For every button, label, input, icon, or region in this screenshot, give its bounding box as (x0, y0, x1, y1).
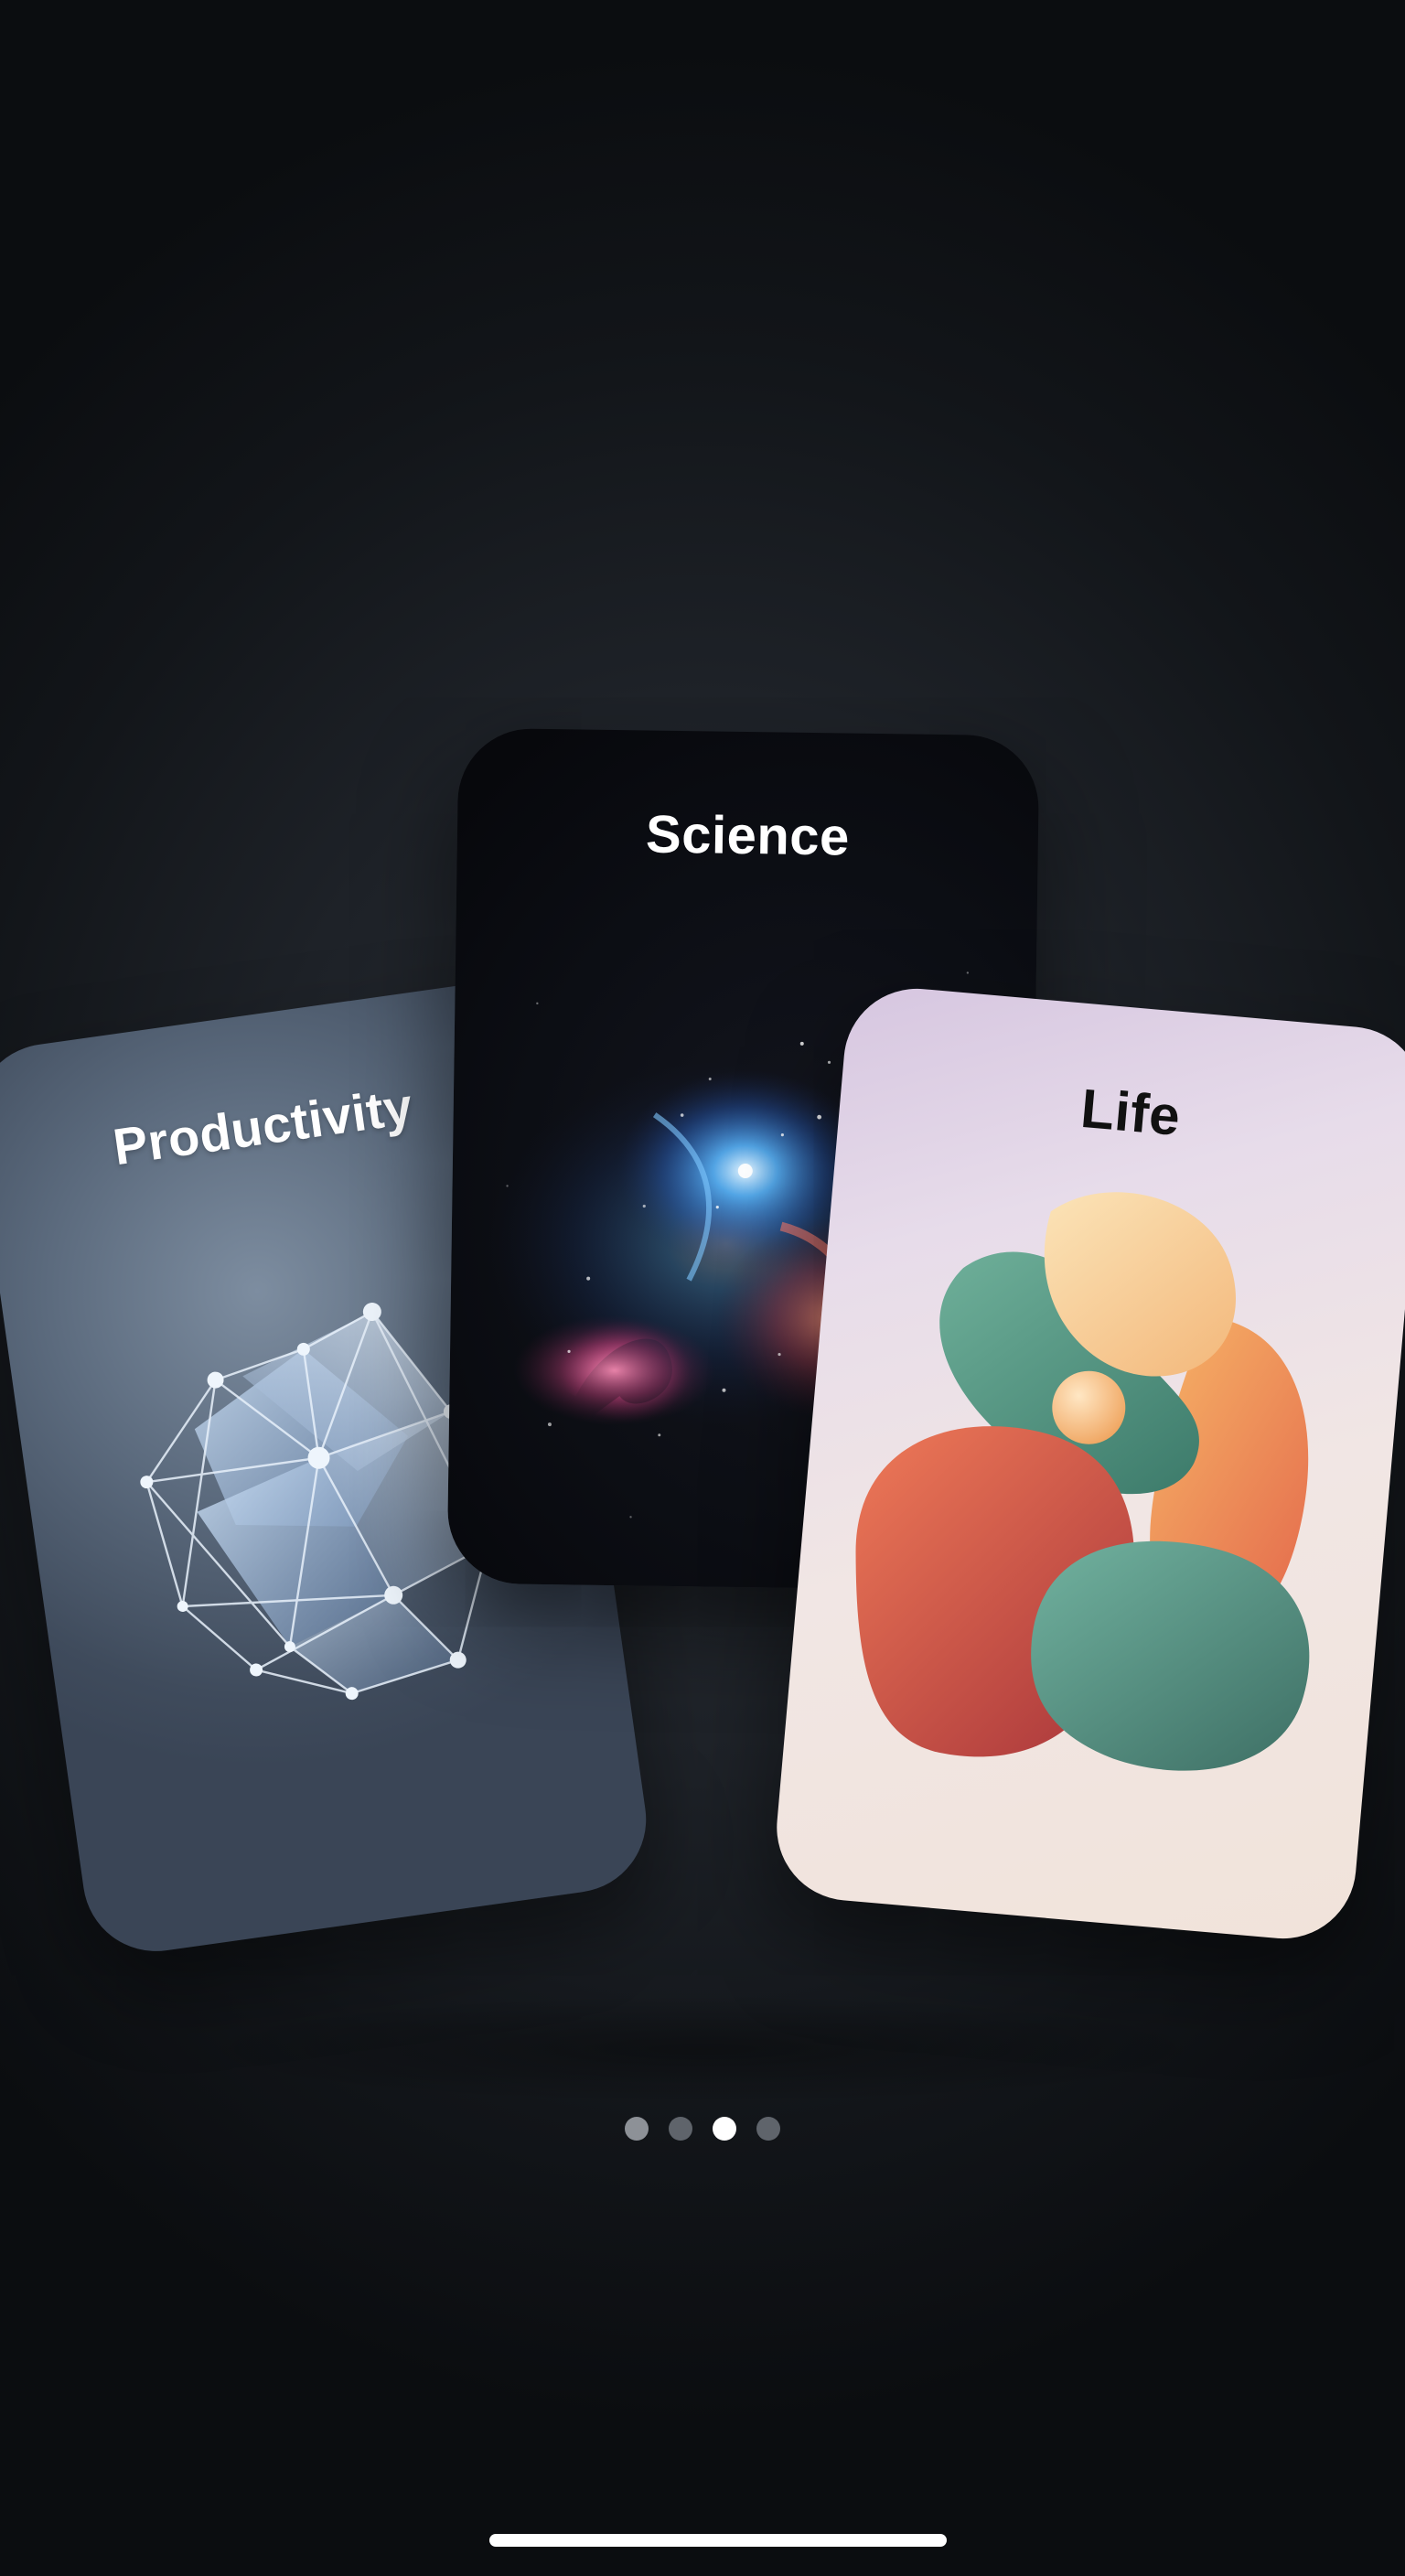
page-dot-2[interactable] (669, 2117, 692, 2141)
page-indicator (0, 2117, 1405, 2141)
page-dot-4[interactable] (756, 2117, 780, 2141)
home-indicator[interactable] (489, 2534, 947, 2547)
page-dot-1[interactable] (625, 2117, 649, 2141)
card-life[interactable]: Life (770, 982, 1405, 1945)
page-dot-3[interactable] (713, 2117, 736, 2141)
card-shadow (183, 1994, 1222, 2104)
card-title-science: Science (645, 804, 851, 867)
onboarding-screen: Productivity Science Life (0, 0, 1405, 2576)
